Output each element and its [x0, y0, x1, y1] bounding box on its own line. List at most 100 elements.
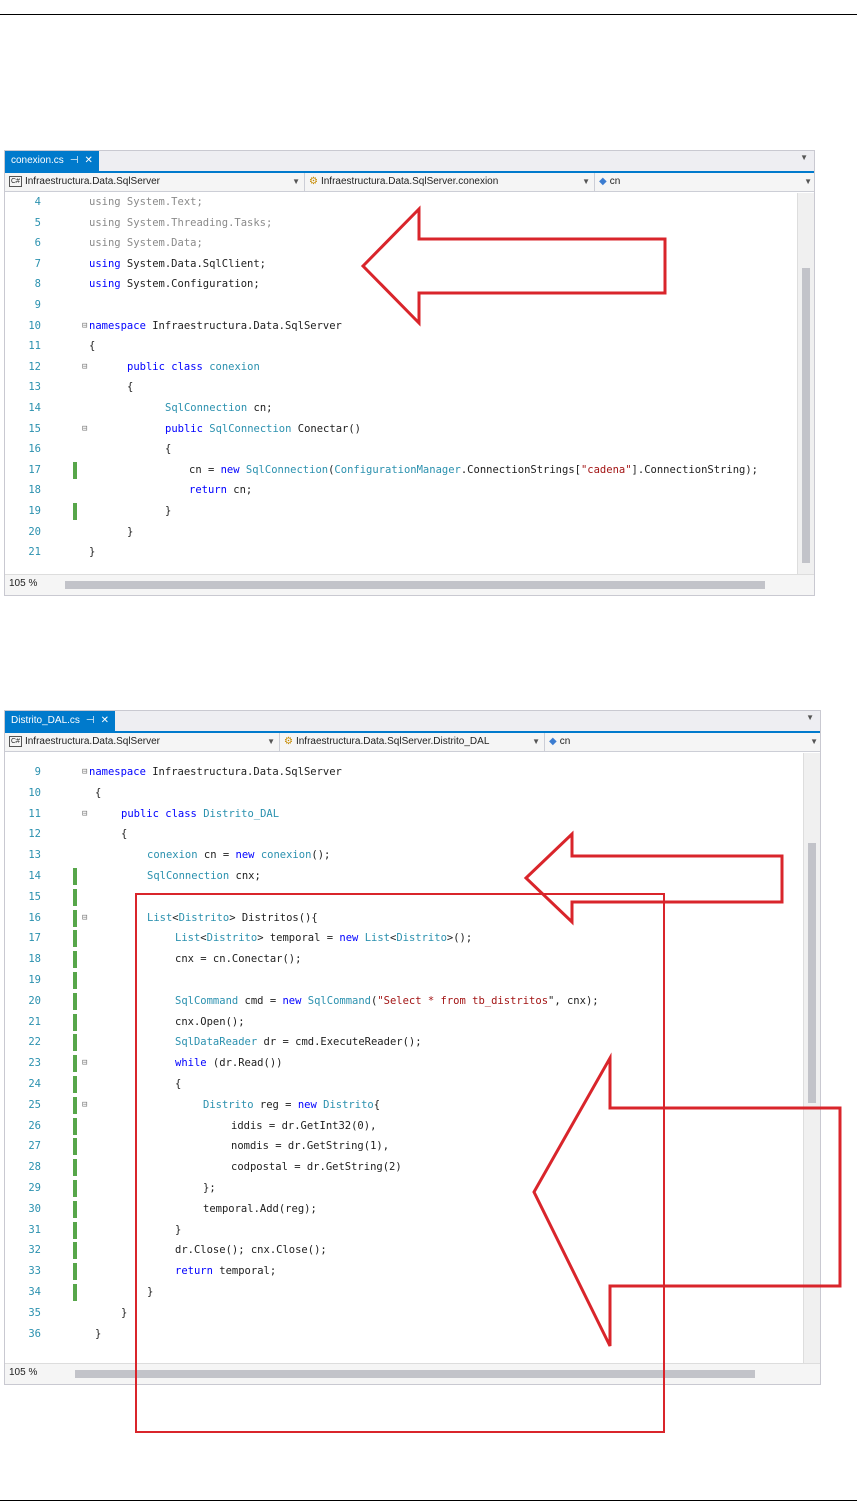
code-text: { — [165, 443, 172, 456]
code-line[interactable]: 21} — [5, 543, 796, 562]
collapse-icon[interactable]: ⊟ — [82, 358, 87, 377]
annotation-arrow — [360, 205, 667, 327]
line-number: 4 — [34, 196, 41, 208]
type-dropdown[interactable]: ⚙ Infraestructura.Data.SqlServer.Distrito… — [280, 733, 545, 751]
code-text: return cn; — [189, 484, 253, 497]
code-text: public class Distrito_DAL — [121, 807, 280, 820]
line-number: 22 — [28, 1036, 41, 1049]
code-text: namespace Infraestructura.Data.SqlServer — [89, 766, 342, 778]
member-dropdown[interactable]: ◆ cn ▼ — [545, 733, 820, 751]
scroll-thumb[interactable] — [802, 268, 810, 563]
change-marker — [73, 1284, 77, 1301]
close-icon[interactable]: ✕ — [85, 151, 93, 171]
line-number: 9 — [34, 766, 41, 778]
code-line[interactable]: 13 { — [5, 378, 796, 397]
tab-dropdown-icon[interactable]: ▼ — [800, 153, 808, 162]
line-number: 12 — [28, 828, 41, 841]
line-number: 13 — [28, 381, 41, 394]
close-icon[interactable]: ✕ — [101, 711, 109, 731]
code-line[interactable]: 14 SqlConnection cn; — [5, 399, 796, 418]
tab-label: Distrito_DAL.cs — [11, 715, 80, 726]
change-marker — [73, 1034, 77, 1052]
change-marker — [73, 1180, 77, 1197]
tab-strip: conexion.cs ⊣ ✕ ▼ — [5, 151, 814, 173]
vertical-scrollbar[interactable] — [797, 193, 814, 575]
code-line[interactable]: 19} — [5, 502, 796, 521]
code-line[interactable]: 10 { — [5, 784, 802, 803]
line-number: 15 — [28, 422, 41, 435]
code-line[interactable]: 12 ⊟ public class conexion — [5, 358, 796, 377]
line-number: 16 — [28, 443, 41, 456]
member-dropdown[interactable]: ◆ cn ▼ — [595, 173, 814, 191]
line-number: 15 — [28, 890, 41, 903]
tab-conexion-cs[interactable]: conexion.cs ⊣ ✕ — [5, 151, 99, 171]
change-marker — [73, 1159, 77, 1177]
type-dropdown[interactable]: ⚙ Infraestructura.Data.SqlServer.conexion… — [305, 173, 595, 191]
code-text: } — [89, 546, 96, 559]
zoom-level[interactable]: 105 % — [9, 578, 37, 589]
collapse-icon[interactable]: ⊟ — [82, 805, 87, 824]
line-number: 33 — [28, 1265, 41, 1278]
change-marker — [73, 909, 77, 927]
tab-dropdown-icon[interactable]: ▼ — [806, 713, 814, 722]
chevron-down-icon: ▼ — [532, 737, 540, 746]
collapse-icon[interactable]: ⊟ — [82, 420, 87, 439]
horizontal-bar: 105 % — [5, 574, 814, 595]
line-number: 34 — [28, 1286, 41, 1298]
line-number: 36 — [28, 1327, 41, 1340]
zoom-level[interactable]: 105 % — [9, 1367, 37, 1378]
tab-distrito-dal-cs[interactable]: Distrito_DAL.cs ⊣ ✕ — [5, 711, 116, 731]
line-number: 6 — [34, 237, 41, 250]
code-line[interactable]: 18 return cn; — [5, 481, 796, 500]
change-marker — [73, 1221, 77, 1239]
code-line[interactable]: 16 { — [5, 440, 796, 459]
change-marker — [73, 1076, 77, 1093]
navigation-bar: C# Infraestructura.Data.SqlServer ▼ ⚙ Infr… — [5, 733, 820, 752]
class-icon: ⚙ — [284, 736, 293, 747]
code-text: { — [121, 828, 128, 841]
line-number: 11 — [28, 807, 41, 820]
code-text: using System.Data.SqlClient; — [89, 257, 267, 270]
code-text: using System.Configuration; — [89, 278, 260, 291]
collapse-icon[interactable]: ⊟ — [82, 763, 87, 782]
change-marker — [73, 1055, 77, 1073]
change-marker — [73, 930, 77, 948]
project-dropdown[interactable]: C# Infraestructura.Data.SqlServer ▼ — [5, 733, 280, 751]
code-line[interactable]: 15 ⊟ public SqlConnection Conectar() — [5, 420, 796, 439]
line-number: 30 — [28, 1202, 41, 1215]
code-line[interactable]: 17 cn = new SqlConnection(ConfigurationMa… — [5, 461, 796, 480]
code-text: } — [165, 505, 172, 517]
page-top-rule — [0, 14, 857, 15]
annotation-arrow — [523, 830, 784, 926]
code-line[interactable]: 11 { — [5, 337, 796, 356]
code-text: { — [89, 340, 96, 353]
navigation-bar: C# Infraestructura.Data.SqlServer ▼ ⚙ Infr… — [5, 173, 814, 192]
code-line[interactable]: 20} — [5, 523, 796, 542]
collapse-icon[interactable]: ⊟ — [82, 1096, 87, 1115]
project-dropdown[interactable]: C# Infraestructura.Data.SqlServer ▼ — [5, 173, 305, 191]
page-bottom-rule — [0, 1500, 857, 1501]
code-line[interactable]: 9 ⊟ namespace Infraestructura.Data.SqlServ… — [5, 763, 802, 782]
line-number: 5 — [34, 216, 41, 229]
line-number: 16 — [28, 911, 41, 924]
code-text: } — [121, 1306, 128, 1319]
line-number: 21 — [28, 1015, 41, 1028]
line-number: 12 — [28, 360, 41, 373]
code-text: namespace Infraestructura.Data.SqlServer — [89, 319, 342, 332]
line-number: 18 — [28, 953, 41, 966]
line-number: 17 — [28, 932, 41, 945]
change-marker — [73, 972, 77, 989]
line-number: 17 — [28, 463, 41, 476]
change-marker — [73, 888, 77, 906]
pin-icon[interactable]: ⊣ — [70, 151, 79, 171]
pin-icon[interactable]: ⊣ — [86, 711, 95, 731]
field-icon: ◆ — [599, 176, 607, 187]
line-number: 23 — [28, 1057, 41, 1070]
collapse-icon[interactable]: ⊟ — [82, 317, 87, 336]
horizontal-scroll-thumb[interactable] — [65, 581, 765, 589]
code-text: public class conexion — [127, 360, 260, 373]
collapse-icon[interactable]: ⊟ — [82, 909, 87, 928]
collapse-icon[interactable]: ⊟ — [82, 1054, 87, 1073]
line-number: 24 — [28, 1078, 41, 1090]
code-line[interactable]: 11 ⊟ public class Distrito_DAL — [5, 805, 802, 824]
